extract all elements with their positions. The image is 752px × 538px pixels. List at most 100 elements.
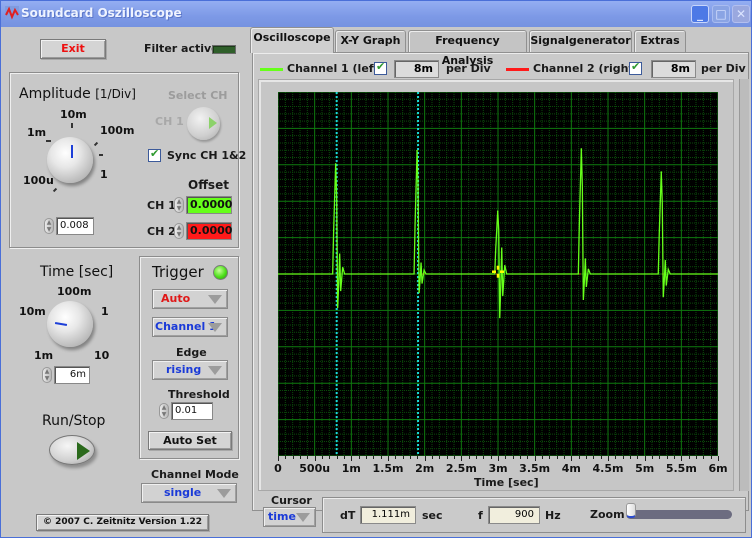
x-axis-tick — [366, 456, 367, 459]
zoom-slider-thumb[interactable] — [626, 503, 636, 518]
x-axis-tick-label: 4.5m — [592, 462, 624, 475]
select-ch-toggle[interactable] — [187, 107, 220, 140]
channel-1-peak-point — [580, 148, 583, 150]
ch1-per-div-input[interactable]: 8m — [394, 60, 439, 78]
ch1-per-div-label: per Div — [446, 62, 491, 75]
f-unit: Hz — [545, 509, 561, 522]
x-axis-tick — [388, 456, 389, 461]
chevron-down-icon — [296, 513, 310, 522]
tab-xy-graph[interactable]: X-Y Graph — [335, 30, 406, 52]
x-axis-tick — [520, 456, 521, 459]
x-axis-tick — [512, 456, 514, 459]
amp-knob-label-1m: 1m — [27, 126, 47, 139]
x-axis-tick — [549, 456, 551, 459]
ch2-per-div-input[interactable]: 8m — [651, 60, 696, 78]
ch2-per-div-label: per Div — [701, 62, 746, 75]
minimize-button[interactable]: _ — [691, 5, 709, 23]
x-axis-tick — [644, 456, 646, 461]
x-axis-tick — [586, 456, 587, 459]
x-axis-tick — [710, 456, 712, 459]
amplitude-unit: [1/Div] — [95, 87, 136, 101]
amplitude-knob[interactable] — [47, 137, 93, 183]
x-axis-tick-label: 500u — [299, 462, 331, 475]
title-bar[interactable]: Soundcard Oszilloscope _ □ ✕ — [1, 1, 751, 27]
x-axis-tick — [615, 456, 617, 459]
offset-ch1-input[interactable]: 0.0000 — [186, 196, 232, 214]
chevron-down-icon — [208, 323, 222, 332]
x-axis-tick — [600, 456, 602, 459]
offset-ch1-control: ▲ ▼ 0.0000 — [174, 196, 236, 214]
x-axis-tick-label: 6m — [708, 462, 728, 475]
run-stop-button[interactable] — [49, 435, 95, 465]
tab-extras[interactable]: Extras — [634, 30, 686, 52]
trigger-mode-dropdown[interactable]: Auto — [152, 289, 228, 309]
zoom-slider-track[interactable] — [626, 510, 732, 519]
channel-1-peak-point — [660, 171, 663, 173]
cursor-mode-dropdown[interactable]: time — [263, 507, 316, 527]
chevron-down-icon — [217, 489, 231, 498]
offset-label: Offset — [188, 178, 229, 192]
sync-ch-checkbox[interactable] — [148, 147, 161, 162]
amplitude-value-input[interactable]: 0.008 — [56, 217, 94, 235]
time-title: Time [sec] — [40, 264, 114, 280]
amp-knob-tick — [99, 154, 103, 156]
x-axis-tick — [476, 456, 477, 459]
select-ch-value: CH 1 — [155, 115, 184, 128]
x-axis-tick — [373, 456, 375, 459]
x-axis-tick — [498, 456, 499, 461]
maximize-icon: □ — [715, 7, 727, 21]
offset-ch2-increment-decrement[interactable]: ▲ ▼ — [174, 223, 184, 239]
channel-1-peak-point — [496, 210, 499, 213]
x-axis-tick — [446, 456, 448, 459]
select-ch-label: Select CH — [168, 89, 228, 102]
x-axis-tick — [490, 456, 492, 459]
x-axis-tick-label: 5.5m — [665, 462, 697, 475]
x-axis-tick — [278, 456, 279, 461]
ch2-legend-label: Channel 2 (right) — [533, 62, 639, 75]
x-axis-tick-label: 5m — [635, 462, 655, 475]
graph-scrollbar[interactable] — [739, 79, 749, 491]
amplitude-increment-decrement[interactable]: ▲ ▼ — [44, 218, 54, 234]
x-axis-tick-label: 2m — [415, 462, 435, 475]
time-value-input[interactable]: 6m — [54, 366, 90, 384]
filter-active-led — [212, 45, 236, 54]
amp-knob-label-10m: 10m — [60, 108, 87, 121]
oscilloscope-plot[interactable] — [278, 92, 718, 456]
x-axis-tick — [622, 456, 624, 459]
channel-mode-dropdown[interactable]: single — [141, 483, 237, 503]
time-knob[interactable] — [47, 301, 93, 347]
trigger-source-dropdown[interactable]: Channel 1 — [152, 317, 228, 337]
application-window: Soundcard Oszilloscope _ □ ✕ Exit Filter… — [0, 0, 752, 538]
channel-1-peak-point — [334, 163, 337, 165]
x-axis-tick — [666, 456, 668, 459]
x-axis-tick — [593, 456, 595, 459]
x-axis-tick — [432, 456, 433, 459]
auto-set-button[interactable]: Auto Set — [148, 431, 232, 450]
select-ch-indicator-icon — [209, 117, 217, 129]
offset-ch2-input[interactable]: 0.0000 — [186, 222, 232, 240]
ch2-enable-checkbox[interactable] — [629, 60, 642, 75]
exit-button[interactable]: Exit — [40, 39, 106, 59]
time-increment-decrement[interactable]: ▲ ▼ — [42, 367, 52, 383]
tab-oscilloscope[interactable]: Oscilloscope — [250, 27, 334, 53]
offset-ch1-increment-decrement[interactable]: ▲ ▼ — [174, 197, 184, 213]
x-axis-tick — [637, 456, 639, 459]
x-axis-tick — [380, 456, 382, 459]
threshold-increment-decrement[interactable]: ▲ ▼ — [159, 403, 169, 419]
x-axis-tick — [454, 456, 455, 459]
ch1-enable-checkbox[interactable] — [374, 60, 387, 75]
threshold-input[interactable]: 0.01 — [171, 402, 213, 420]
x-axis-tick-label: 4m — [561, 462, 581, 475]
threshold-control: ▲ ▼ 0.01 — [159, 402, 219, 420]
tab-signalgenerator[interactable]: Signalgenerator — [529, 30, 632, 52]
run-stop-label: Run/Stop — [42, 413, 106, 429]
x-axis-tick — [300, 456, 301, 459]
trigger-edge-dropdown[interactable]: rising — [152, 360, 228, 380]
channel-mode-label: Channel Mode — [151, 468, 239, 481]
tab-frequency-analysis[interactable]: Frequency Analysis — [408, 30, 527, 67]
x-axis-tick — [344, 456, 345, 459]
maximize-button[interactable]: □ — [712, 5, 730, 23]
x-axis-tick — [307, 456, 309, 459]
offset-ch2-control: ▲ ▼ 0.0000 — [174, 222, 236, 240]
close-button[interactable]: ✕ — [732, 5, 750, 23]
